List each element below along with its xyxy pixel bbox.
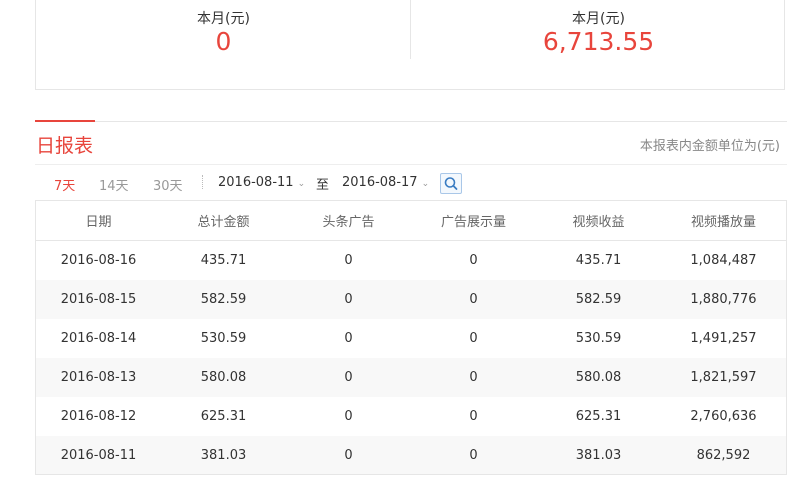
range-tab-7-days[interactable]: 7天 [54,175,75,194]
cell-video-revenue: 435.71 [575,253,622,268]
cell-total-amount: 582.59 [161,280,286,319]
cell-video-plays: 1,084,487 [690,253,757,268]
cell-headline-ads: 0 [286,280,411,319]
cell-total-amount: 580.08 [161,358,286,397]
search-button[interactable] [440,173,462,194]
summary-right-value: 6,713.55 [542,27,655,56]
table-row: 2016-08-12 625.31 0 0 625.31 2,760,636 [36,397,786,436]
cell-total-amount: 381.03 [161,436,286,474]
cell-date: 2016-08-15 [36,280,161,319]
summary-right-label: 本月(元) [572,11,625,27]
summary-left-label: 本月(元) [197,11,250,27]
table-row: 2016-08-13 580.08 0 0 580.08 1,821,597 [36,358,786,397]
cell-video-revenue: 625.31 [575,409,622,424]
column-header-ad-impressions: 广告展示量 [411,201,536,241]
table-row: 2016-08-15 582.59 0 0 582.59 1,880,776 [36,280,786,319]
range-separator [202,175,204,189]
table-row: 2016-08-16 435.71 0 0 435.71 1,084,487 [36,241,786,281]
table-header-row: 日期 总计金额 头条广告 广告展示量 视频收益 视频播放量 [36,201,786,241]
title-accent-bar [35,120,95,122]
cell-headline-ads: 0 [344,409,353,424]
unit-note: 本报表内金额单位为(元) [639,139,780,154]
column-header-video-plays: 视频播放量 [661,201,786,241]
cell-date: 2016-08-11 [36,436,161,474]
cell-total-amount: 625.31 [200,409,247,424]
end-date-value: 2016-08-17 [342,175,418,190]
table-row: 2016-08-11 381.03 0 0 381.03 862,592 [36,436,786,474]
summary-left: 本月(元) 0 [36,0,411,89]
cell-date: 2016-08-12 [60,409,137,424]
cell-date: 2016-08-13 [36,358,161,397]
start-date-picker[interactable]: 2016-08-11 ⌄ [218,175,305,190]
chevron-down-icon: ⌄ [297,179,306,189]
summary-right: 本月(元) 6,713.55 [411,0,786,89]
cell-ad-impressions: 0 [469,253,478,268]
column-header-total-amount: 总计金额 [161,201,286,241]
date-range-to-label: 至 [316,178,330,193]
start-date-value: 2016-08-11 [218,175,294,190]
table-row: 2016-08-14 530.59 0 0 530.59 1,491,257 [36,319,786,358]
cell-ad-impressions: 0 [469,409,478,424]
cell-video-plays: 1,821,597 [661,358,786,397]
cell-date: 2016-08-16 [60,253,137,268]
title-divider [35,121,787,122]
cell-video-revenue: 530.59 [575,331,622,346]
cell-video-plays: 1,491,257 [690,331,757,346]
end-date-picker[interactable]: 2016-08-17 ⌄ [342,175,429,190]
cell-video-revenue: 582.59 [536,280,661,319]
cell-headline-ads: 0 [344,331,353,346]
summary-left-value: 0 [215,27,232,56]
cell-date: 2016-08-14 [60,331,137,346]
monthly-summary-card: 本月(元) 0 本月(元) 6,713.55 [35,0,785,90]
cell-video-revenue: 381.03 [536,436,661,474]
range-tab-14-days[interactable]: 14天 [99,175,129,194]
chevron-down-icon: ⌄ [421,179,430,189]
cell-headline-ads: 0 [344,253,353,268]
column-header-headline-ads: 头条广告 [286,201,411,241]
cell-headline-ads: 0 [286,436,411,474]
report-title: 日报表 [36,135,94,157]
search-icon [444,177,458,190]
filter-divider [35,164,787,165]
cell-headline-ads: 0 [286,358,411,397]
cell-ad-impressions: 0 [411,280,536,319]
cell-ad-impressions: 0 [411,436,536,474]
cell-total-amount: 530.59 [200,331,247,346]
range-tab-30-days[interactable]: 30天 [153,175,183,194]
daily-report-table: 日期 总计金额 头条广告 广告展示量 视频收益 视频播放量 2016-08-16… [35,200,787,475]
cell-video-revenue: 580.08 [536,358,661,397]
column-header-date: 日期 [36,201,161,241]
cell-ad-impressions: 0 [411,358,536,397]
cell-video-plays: 1,880,776 [661,280,786,319]
column-header-video-revenue: 视频收益 [536,201,661,241]
cell-video-plays: 2,760,636 [690,409,757,424]
cell-video-plays: 862,592 [661,436,786,474]
cell-total-amount: 435.71 [200,253,247,268]
cell-ad-impressions: 0 [469,331,478,346]
